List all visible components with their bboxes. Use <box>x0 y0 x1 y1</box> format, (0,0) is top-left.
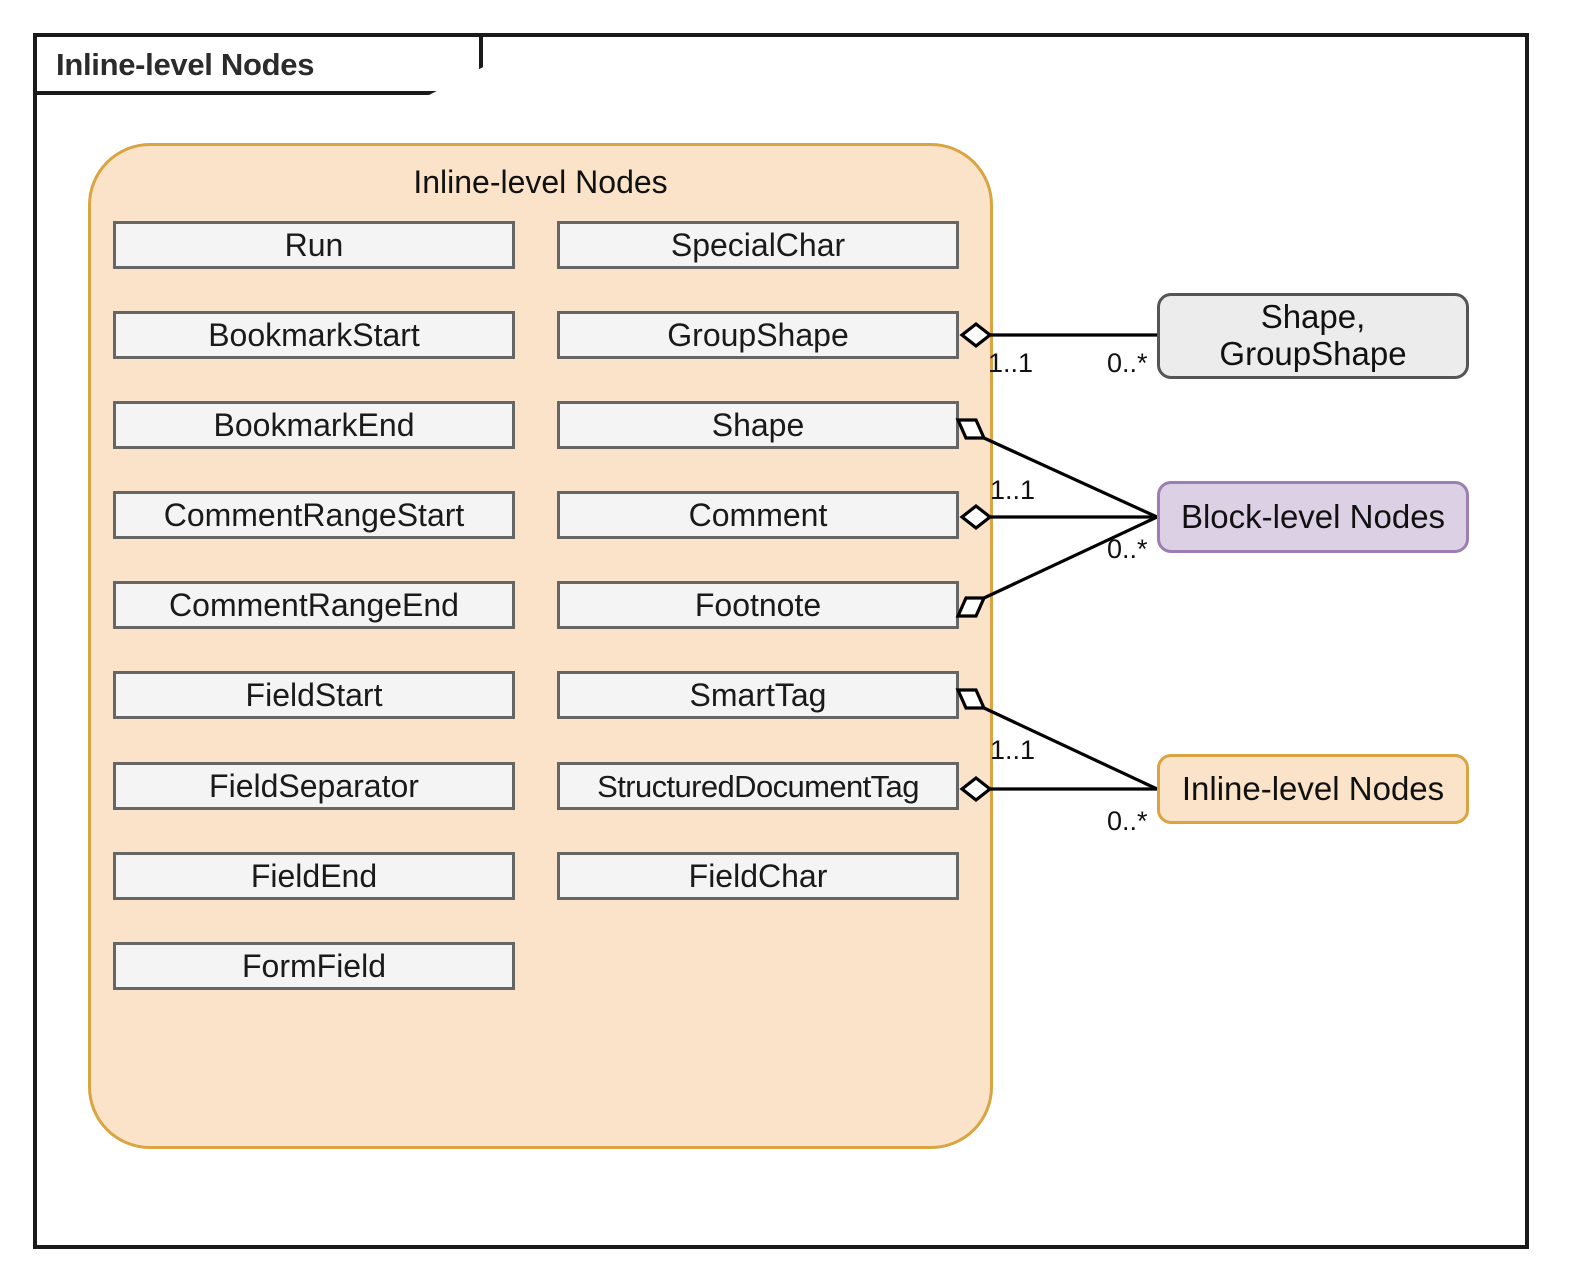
node-box-fieldend[interactable]: FieldEnd <box>113 852 515 900</box>
external-node-label-line2: GroupShape <box>1219 335 1407 372</box>
external-node-shape-groupshape[interactable]: Shape, GroupShape <box>1157 293 1469 379</box>
node-label: CommentRangeEnd <box>169 587 459 623</box>
group-title-label: Inline-level Nodes <box>413 164 668 200</box>
external-node-label: Block-level Nodes <box>1180 497 1446 535</box>
node-label: CommentRangeStart <box>163 497 465 533</box>
node-box-fieldchar[interactable]: FieldChar <box>557 852 959 900</box>
node-box-fieldseparator[interactable]: FieldSeparator <box>113 762 515 810</box>
external-node-label: Inline-level Nodes <box>1181 769 1445 807</box>
node-label: FieldChar <box>688 858 828 894</box>
node-box-commentrangeend[interactable]: CommentRangeEnd <box>113 581 515 629</box>
node-label: GroupShape <box>667 317 849 353</box>
node-box-shape[interactable]: Shape <box>557 401 959 449</box>
multiplicity-target-block-level: 0..* <box>1107 534 1148 564</box>
node-label: FormField <box>241 948 386 984</box>
multiplicity-target-inline-level: 0..* <box>1107 806 1148 836</box>
node-label: SpecialChar <box>670 227 846 263</box>
node-box-formfield[interactable]: FormField <box>113 942 515 990</box>
node-label: Run <box>284 227 344 263</box>
node-box-smarttag[interactable]: SmartTag <box>557 671 959 719</box>
multiplicity-source-block-level: 1..1 <box>990 475 1036 505</box>
external-node-block-level-nodes[interactable]: Block-level Nodes <box>1157 481 1469 553</box>
external-node-label: Shape, GroupShape <box>1219 298 1407 373</box>
node-label: Shape <box>711 407 805 443</box>
multiplicity-source-inline-level: 1..1 <box>990 735 1036 765</box>
node-box-fieldstart[interactable]: FieldStart <box>113 671 515 719</box>
node-box-footnote[interactable]: Footnote <box>557 581 959 629</box>
node-label: BookmarkEnd <box>213 407 415 443</box>
multiplicity-target-groupshape: 0..* <box>1107 348 1148 378</box>
node-label: FieldSeparator <box>209 768 419 804</box>
external-node-label-line1: Shape, <box>1260 298 1366 336</box>
node-box-groupshape[interactable]: GroupShape <box>557 311 959 359</box>
node-label: StructuredDocumentTag <box>597 768 919 804</box>
node-box-comment[interactable]: Comment <box>557 491 959 539</box>
node-label: SmartTag <box>689 677 827 713</box>
node-box-bookmarkstart[interactable]: BookmarkStart <box>113 311 515 359</box>
package-title-label: Inline-level Nodes <box>56 47 315 82</box>
node-label: BookmarkStart <box>208 317 420 353</box>
node-box-structureddocumenttag[interactable]: StructuredDocumentTag <box>557 762 959 810</box>
node-box-bookmarkend[interactable]: BookmarkEnd <box>113 401 515 449</box>
multiplicity-source-groupshape: 1..1 <box>988 348 1034 378</box>
node-label: Comment <box>688 497 828 533</box>
node-box-specialchar[interactable]: SpecialChar <box>557 221 959 269</box>
node-label: FieldEnd <box>250 858 378 894</box>
external-node-inline-level-nodes[interactable]: Inline-level Nodes <box>1157 754 1469 824</box>
node-box-run[interactable]: Run <box>113 221 515 269</box>
node-label: Footnote <box>694 587 822 623</box>
inline-level-nodes-group <box>88 143 993 1149</box>
node-label: FieldStart <box>245 677 383 713</box>
node-box-commentrangestart[interactable]: CommentRangeStart <box>113 491 515 539</box>
